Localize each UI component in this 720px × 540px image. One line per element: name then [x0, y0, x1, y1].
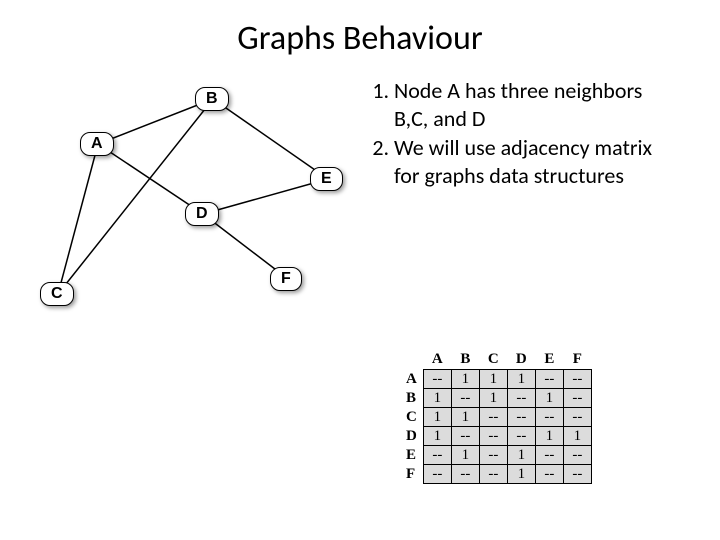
matrix-cell: 1 — [535, 427, 563, 446]
note-item: We will use adjacency matrix for graphs … — [394, 134, 680, 189]
graph-edge — [98, 144, 203, 214]
matrix-cell: 1 — [479, 370, 507, 389]
matrix-row-head: E — [400, 446, 423, 465]
graph-node-d: D — [185, 202, 219, 226]
matrix-cell: -- — [479, 465, 507, 484]
graph-edge — [58, 99, 213, 294]
matrix-cell: -- — [423, 446, 451, 465]
matrix-cell: 1 — [507, 465, 535, 484]
text-panel: Node A has three neighbors B,C, and DWe … — [360, 77, 700, 367]
graph-node-f: F — [270, 267, 302, 291]
matrix-cell: -- — [535, 446, 563, 465]
matrix-cell: -- — [507, 427, 535, 446]
matrix-row-head: F — [400, 465, 423, 484]
graph-node-a: A — [80, 132, 114, 156]
matrix-cell: -- — [563, 370, 591, 389]
matrix-cell: -- — [451, 427, 479, 446]
matrix-cell: 1 — [535, 389, 563, 408]
matrix-cell: 1 — [423, 408, 451, 427]
matrix-cell: -- — [479, 427, 507, 446]
graph-node-c: C — [40, 282, 74, 306]
matrix-cell: -- — [563, 446, 591, 465]
matrix-cell: 1 — [423, 427, 451, 446]
matrix-cell: -- — [451, 389, 479, 408]
matrix-cell: -- — [535, 465, 563, 484]
matrix-cell: -- — [563, 465, 591, 484]
graph-edge — [203, 179, 328, 214]
graph-node-e: E — [310, 167, 343, 191]
matrix-cell: -- — [479, 408, 507, 427]
matrix-cell: 1 — [563, 427, 591, 446]
matrix-cell: -- — [563, 408, 591, 427]
graph-edge — [213, 99, 328, 179]
content-row: ABCDEF Node A has three neighbors B,C, a… — [0, 77, 720, 367]
matrix-cell: -- — [563, 389, 591, 408]
matrix-row-head: C — [400, 408, 423, 427]
matrix-row-head: A — [400, 370, 423, 389]
matrix-cell: -- — [535, 408, 563, 427]
matrix-cell: -- — [507, 389, 535, 408]
matrix-cell: 1 — [451, 446, 479, 465]
matrix-cell: -- — [423, 370, 451, 389]
graph-edge — [58, 144, 98, 294]
matrix-col-head: F — [563, 350, 591, 370]
matrix-cell: -- — [479, 446, 507, 465]
matrix-col-head: B — [451, 350, 479, 370]
matrix-cell: -- — [535, 370, 563, 389]
page-title: Graphs Behaviour — [0, 0, 720, 59]
matrix-cell: 1 — [507, 370, 535, 389]
adjacency-matrix: ABCDEFA--111----B1--1--1--C11--------D1-… — [400, 350, 592, 484]
matrix-cell: 1 — [507, 446, 535, 465]
notes-list: Node A has three neighbors B,C, and DWe … — [360, 77, 680, 189]
graph-diagram: A B C D E F — [30, 77, 350, 337]
matrix-cell: -- — [451, 465, 479, 484]
matrix-cell: 1 — [479, 389, 507, 408]
matrix-row-head: B — [400, 389, 423, 408]
matrix-cell: 1 — [451, 408, 479, 427]
note-item: Node A has three neighbors B,C, and D — [394, 77, 680, 132]
matrix-cell: -- — [423, 465, 451, 484]
matrix-cell: -- — [507, 408, 535, 427]
matrix-row-head: D — [400, 427, 423, 446]
matrix-cell: 1 — [451, 370, 479, 389]
adjacency-table: ABCDEFA--111----B1--1--1--C11--------D1-… — [400, 350, 592, 484]
matrix-col-head: C — [479, 350, 507, 370]
matrix-col-head: A — [423, 350, 451, 370]
graph-node-b: B — [195, 87, 229, 111]
graph-panel: A B C D E F — [0, 77, 360, 367]
matrix-cell: 1 — [423, 389, 451, 408]
matrix-col-head: D — [507, 350, 535, 370]
matrix-col-head: E — [535, 350, 563, 370]
